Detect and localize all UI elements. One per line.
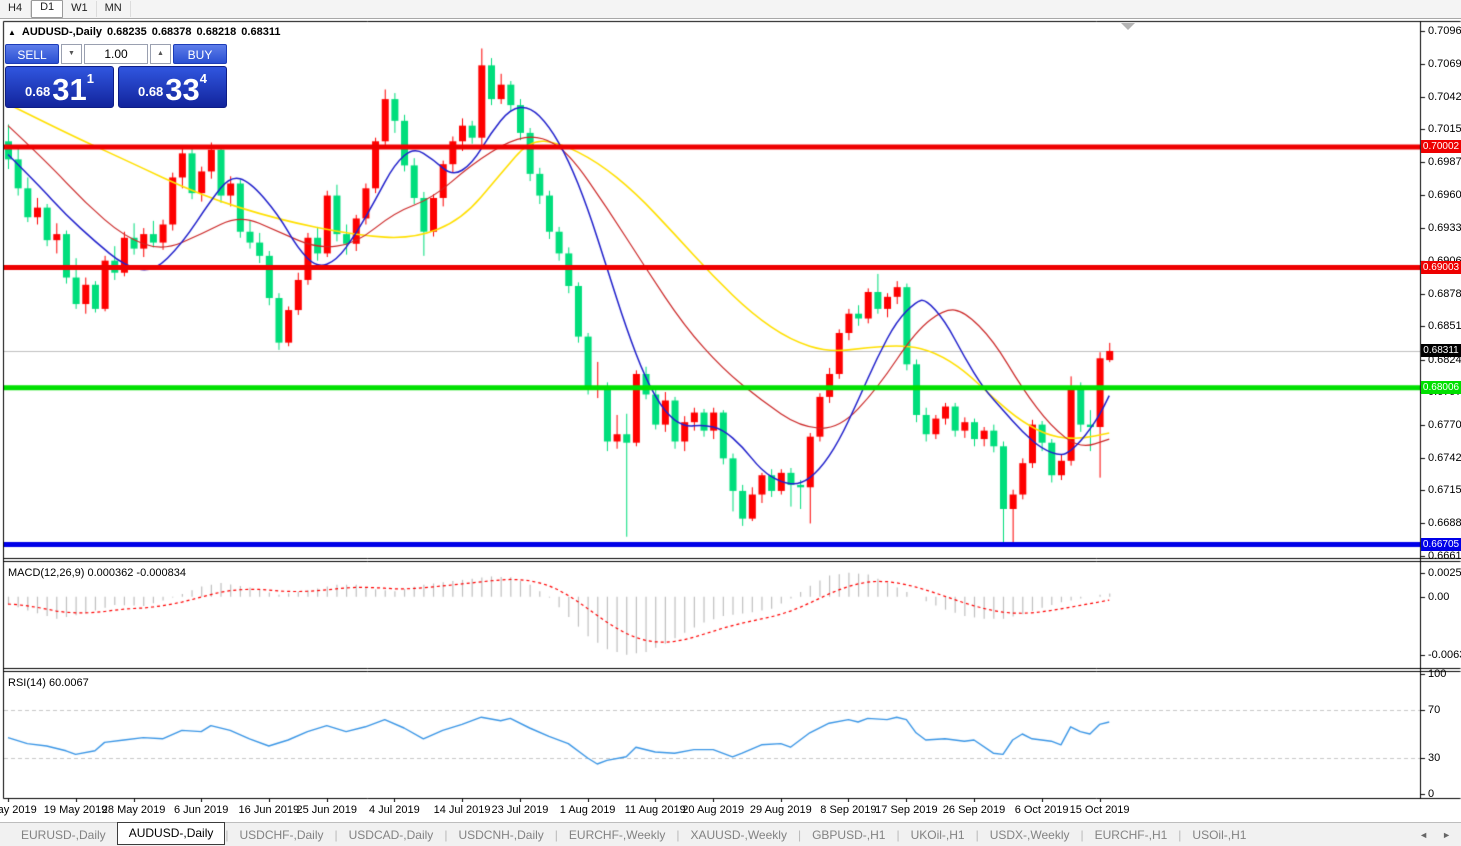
symbol-tab[interactable]: USOil-,H1	[1181, 824, 1257, 846]
symbol-label: AUDUSD-,Daily	[22, 26, 102, 38]
volume-input[interactable]: 1.00	[84, 44, 148, 64]
rsi-axis-tick: 0	[1428, 788, 1434, 800]
date-axis-label: 19 May 2019	[44, 804, 108, 816]
date-axis-label: 26 Sep 2019	[943, 804, 1005, 816]
buy-button[interactable]: BUY	[173, 44, 227, 64]
date-axis-label: 1 Aug 2019	[560, 804, 616, 816]
price-axis-tick: 0.66880	[1428, 517, 1461, 529]
sell-price-big: 31	[52, 75, 86, 104]
symbol-tab[interactable]: USDCNH-,Daily	[447, 824, 554, 846]
date-axis-label: 6 Oct 2019	[1015, 804, 1069, 816]
timeframe-button-mn[interactable]: MN	[97, 1, 131, 17]
symbol-tab[interactable]: UKOil-,H1	[900, 824, 976, 846]
timeframe-button-w1[interactable]: W1	[63, 1, 97, 17]
timeframe-button-h4[interactable]: H4	[0, 1, 31, 17]
date-axis-label: 6 Jun 2019	[174, 804, 228, 816]
date-axis-label: 17 Sep 2019	[875, 804, 937, 816]
symbol-tab[interactable]: XAUUSD-,Weekly	[679, 824, 797, 846]
volume-increment-button[interactable]: ▲	[150, 44, 171, 64]
symbol-tab[interactable]: EURCHF-,Weekly	[558, 824, 676, 846]
price-axis-tick: 0.70150	[1428, 123, 1461, 135]
ohlc-low: 0.68218	[197, 26, 237, 38]
buy-price-big: 33	[165, 75, 199, 104]
rsi-axis-tick: 70	[1428, 704, 1440, 716]
date-axis-label: 11 Aug 2019	[625, 804, 686, 816]
date-axis-label: 20 Aug 2019	[682, 804, 744, 816]
price-axis-tick: 0.68515	[1428, 320, 1461, 332]
date-axis-label: 28 May 2019	[102, 804, 166, 816]
ohlc-open: 0.68235	[107, 26, 147, 38]
date-axis-label: 14 Jul 2019	[434, 804, 491, 816]
symbol-tab[interactable]: USDCAD-,Daily	[338, 824, 445, 846]
date-axis-label: 8 Sep 2019	[820, 804, 876, 816]
price-axis-tick: 0.67425	[1428, 452, 1461, 464]
price-level-badge: 0.66705	[1421, 538, 1461, 551]
date-axis-label: 23 Jul 2019	[492, 804, 549, 816]
price-level-badge: 0.70002	[1421, 140, 1461, 153]
date-axis-label: 4 Jul 2019	[369, 804, 420, 816]
rsi-axis-tick: 100	[1428, 668, 1446, 680]
symbol-tab[interactable]: GBPUSD-,H1	[801, 824, 896, 846]
price-axis-tick: 0.69875	[1428, 156, 1461, 168]
chart-title: ▲ AUDUSD-,Daily 0.68235 0.68378 0.68218 …	[8, 26, 280, 38]
current-price-badge: 0.68311	[1421, 344, 1461, 357]
timeframe-toolbar: H4D1W1MN	[0, 0, 1461, 19]
price-axis-tick: 0.69605	[1428, 189, 1461, 201]
sell-button[interactable]: SELL	[5, 44, 59, 64]
price-axis-tick: 0.67155	[1428, 484, 1461, 496]
date-axis-label: 15 Oct 2019	[1070, 804, 1130, 816]
timeframe-button-d1[interactable]: D1	[31, 0, 63, 18]
symbol-tab-bar: EURUSD-,DailyAUDUSD-,Daily|USDCHF-,Daily…	[0, 822, 1461, 846]
macd-axis-tick: 0.002574	[1428, 567, 1461, 579]
date-axis-label: 9 May 2019	[0, 804, 37, 816]
price-axis-tick: 0.69330	[1428, 222, 1461, 234]
volume-decrement-button[interactable]: ▼	[61, 44, 82, 64]
sell-price-button[interactable]: 0.68 31 1	[5, 66, 114, 108]
date-axis-label: 25 Jun 2019	[296, 804, 357, 816]
price-axis-tick: 0.70965	[1428, 25, 1461, 37]
collapse-icon[interactable]: ▲	[8, 28, 16, 37]
symbol-tab[interactable]: AUDUSD-,Daily	[117, 822, 226, 845]
ohlc-high: 0.68378	[152, 26, 192, 38]
price-level-badge: 0.68006	[1421, 381, 1461, 394]
date-axis-label: 29 Aug 2019	[750, 804, 812, 816]
buy-price-button[interactable]: 0.68 33 4	[118, 66, 227, 108]
price-axis-tick: 0.70420	[1428, 91, 1461, 103]
price-level-badge: 0.69003	[1421, 261, 1461, 274]
one-click-trade-panel: SELL ▼ 1.00 ▲ BUY 0.68 31 1 0.68 33 4	[5, 44, 227, 108]
macd-axis-tick: -0.006326	[1428, 649, 1461, 661]
buy-price-main: 0.68	[138, 84, 163, 99]
rsi-label: RSI(14) 60.0067	[8, 677, 89, 689]
symbol-tab[interactable]: USDCHF-,Daily	[229, 824, 335, 846]
sell-price-main: 0.68	[25, 84, 50, 99]
symbol-tab[interactable]: EURUSD-,Daily	[10, 824, 117, 846]
macd-axis-tick: 0.00	[1428, 591, 1449, 603]
tab-scroll-right-icon[interactable]: ►	[1442, 830, 1451, 840]
price-axis-tick: 0.70695	[1428, 58, 1461, 70]
chart-canvas[interactable]	[0, 0, 1461, 802]
sell-price-sup: 1	[87, 71, 94, 86]
tab-scroll-left-icon[interactable]: ◄	[1419, 830, 1428, 840]
symbol-tab[interactable]: EURCHF-,H1	[1084, 824, 1179, 846]
macd-label: MACD(12,26,9) 0.000362 -0.000834	[8, 567, 186, 579]
chart-shift-marker-icon[interactable]	[1121, 23, 1135, 30]
price-axis-tick: 0.68785	[1428, 288, 1461, 300]
price-axis-tick: 0.66610	[1428, 550, 1461, 562]
rsi-axis-tick: 30	[1428, 752, 1440, 764]
price-axis-tick: 0.67700	[1428, 419, 1461, 431]
symbol-tab[interactable]: USDX-,Weekly	[979, 824, 1081, 846]
buy-price-sup: 4	[200, 71, 207, 86]
trading-terminal: { "toolbar": {"timeframes": ["H4", "D1",…	[0, 0, 1461, 846]
date-axis-label: 16 Jun 2019	[239, 804, 300, 816]
ohlc-close: 0.68311	[241, 26, 280, 38]
